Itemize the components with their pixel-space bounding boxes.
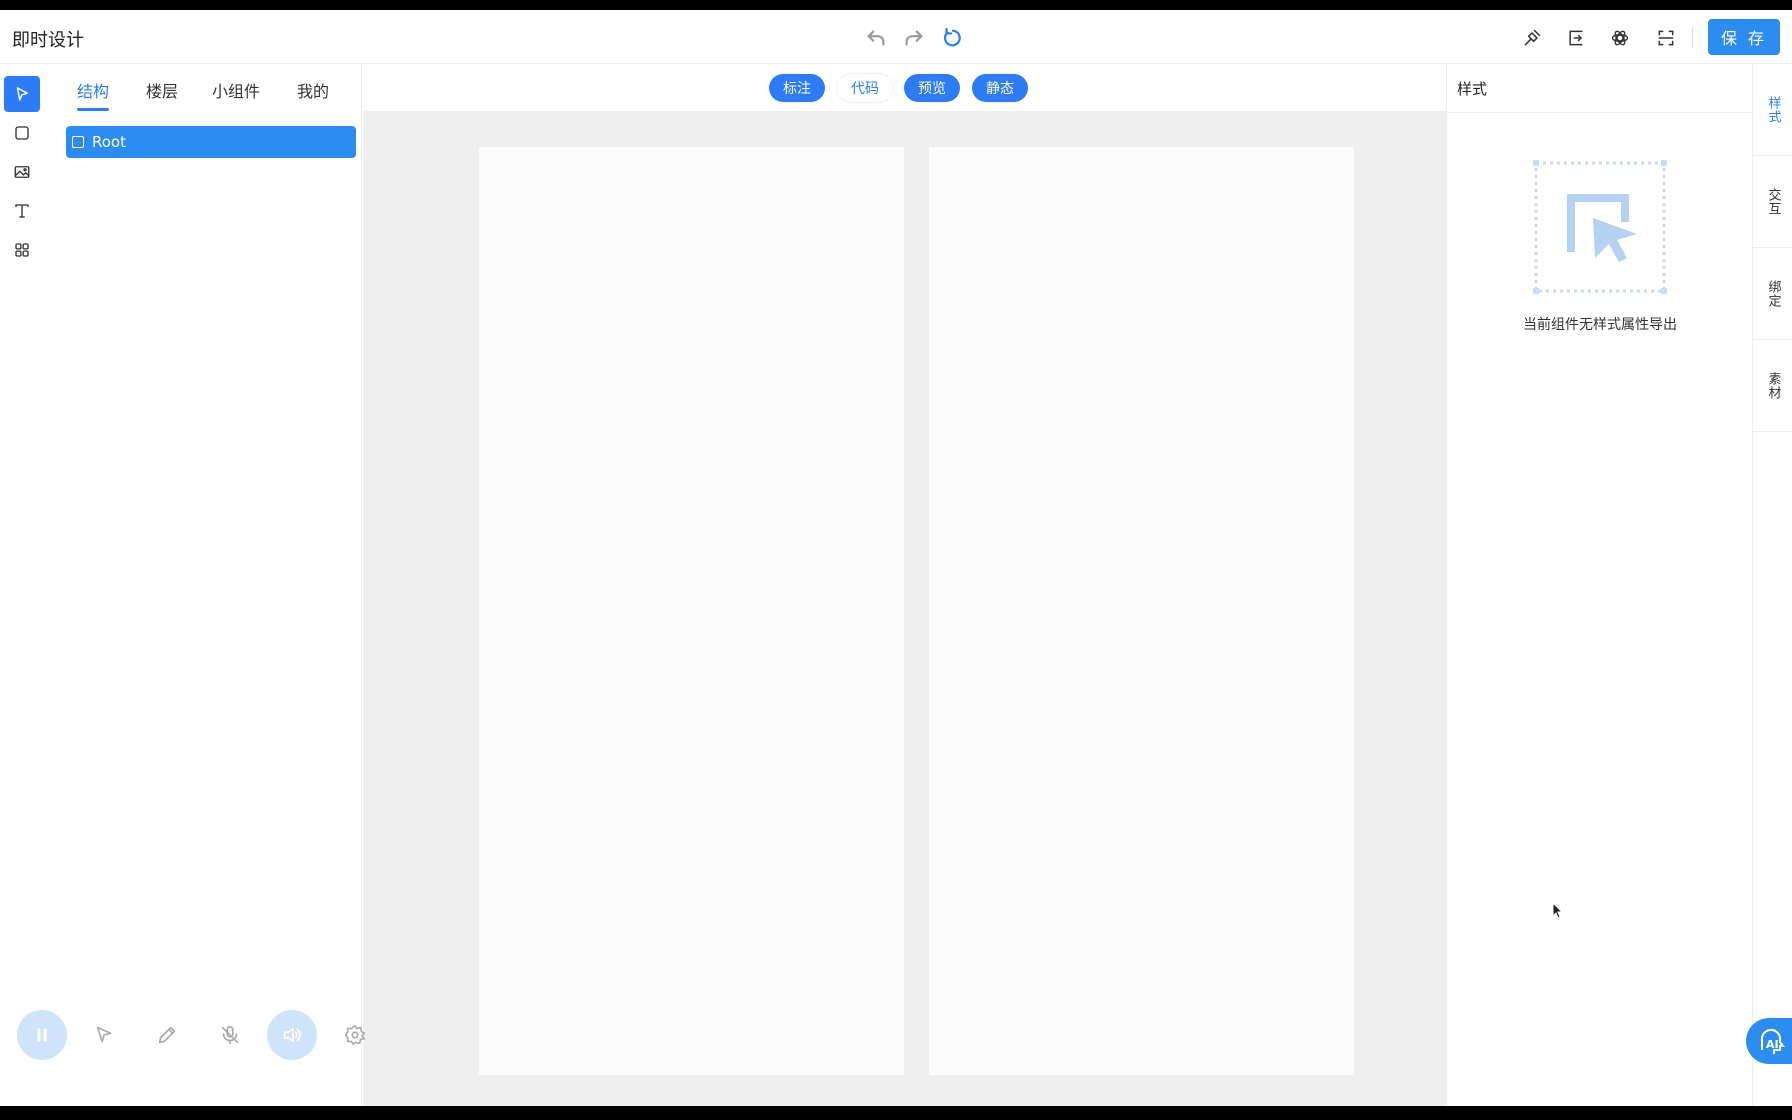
- refresh-icon[interactable]: [939, 24, 967, 52]
- image-tool-button[interactable]: [4, 154, 40, 190]
- structure-panel: 结构 楼层 小组件 我的 Root: [46, 64, 362, 1106]
- tab-floors[interactable]: 楼层: [146, 78, 178, 102]
- code-button[interactable]: 代码: [837, 74, 893, 102]
- tree-node-label: Root: [92, 133, 126, 151]
- panel-tabs: 结构 楼层 小组件 我的: [46, 64, 362, 112]
- header-divider: [1692, 28, 1693, 48]
- redo-icon[interactable]: [900, 24, 928, 52]
- tab-binding-label: 绑定: [1765, 279, 1781, 308]
- save-button[interactable]: 保 存: [1708, 19, 1780, 55]
- static-button[interactable]: 静态: [972, 74, 1028, 102]
- tab-interaction[interactable]: 交互: [1753, 156, 1792, 248]
- mouse-cursor-icon: [1552, 902, 1564, 919]
- artboard-left[interactable]: [479, 147, 904, 1075]
- inspector-tabs: 样式 交互 绑定 素材: [1752, 64, 1792, 1106]
- openai-icon[interactable]: [1606, 24, 1634, 52]
- svg-text:AI: AI: [1766, 1038, 1779, 1051]
- ai-assistant-icon: AI: [1760, 1029, 1785, 1054]
- export-icon[interactable]: [1562, 24, 1590, 52]
- tree-node-root[interactable]: Root: [66, 126, 356, 158]
- text-icon: [15, 204, 29, 218]
- canvas-toolbar: 标注 代码 预览 静态: [363, 64, 1446, 112]
- mute-mic-button[interactable]: [205, 1010, 255, 1060]
- draw-button[interactable]: [142, 1010, 192, 1060]
- speaker-button[interactable]: [267, 1010, 317, 1060]
- pen-nib-icon[interactable]: [1518, 24, 1546, 52]
- tool-rail: [0, 64, 46, 1106]
- tab-style[interactable]: 样式: [1753, 64, 1792, 156]
- preview-button[interactable]: 预览: [904, 74, 960, 102]
- frame-icon: [72, 136, 84, 148]
- divider: [1447, 112, 1753, 113]
- settings-icon: [344, 1024, 366, 1046]
- image-icon: [14, 166, 30, 178]
- settings-button[interactable]: [330, 1010, 380, 1060]
- app-title: 即时设计: [12, 30, 84, 51]
- undo-icon[interactable]: [862, 24, 890, 52]
- components-icon: [15, 243, 29, 257]
- components-tool-button[interactable]: [4, 232, 40, 268]
- rectangle-icon: [15, 126, 29, 140]
- pointer-tool-button[interactable]: [4, 76, 40, 112]
- tab-assets-label: 素材: [1765, 371, 1781, 400]
- empty-selection-icon: [1533, 160, 1667, 294]
- header: 即时设计 保 存: [0, 10, 1792, 64]
- artboard-right[interactable]: [929, 147, 1354, 1075]
- pencil-icon: [158, 1026, 176, 1044]
- speaker-icon: [283, 1027, 301, 1043]
- pause-button[interactable]: [17, 1010, 67, 1060]
- ai-assistant-button[interactable]: AI: [1746, 1018, 1792, 1064]
- active-tab-indicator: [77, 108, 109, 111]
- tab-binding[interactable]: 绑定: [1753, 248, 1792, 340]
- tab-structure[interactable]: 结构: [77, 78, 109, 102]
- scan-icon[interactable]: [1652, 24, 1680, 52]
- style-panel-title: 样式: [1457, 80, 1488, 98]
- empty-state-text: 当前组件无样式属性导出: [1523, 317, 1677, 333]
- cursor-icon: [96, 1026, 112, 1043]
- mic-off-icon: [221, 1025, 239, 1045]
- design-canvas[interactable]: [363, 112, 1446, 1106]
- tab-interaction-label: 交互: [1765, 187, 1781, 216]
- app-window: 即时设计 保 存 结构 楼层 小组件 我的 Root 标注 代码 预览 静态 样…: [0, 10, 1792, 1106]
- tab-style-label: 样式: [1765, 95, 1781, 124]
- rectangle-tool-button[interactable]: [4, 115, 40, 151]
- annotate-button[interactable]: 标注: [769, 74, 825, 102]
- pointer-icon: [16, 87, 28, 101]
- tab-widgets[interactable]: 小组件: [212, 78, 260, 102]
- tab-mine[interactable]: 我的: [297, 78, 329, 102]
- tab-assets[interactable]: 素材: [1753, 340, 1792, 432]
- pause-icon: [37, 1028, 47, 1042]
- cursor-button[interactable]: [79, 1010, 129, 1060]
- style-panel: 样式 当前组件无样式属性导出: [1446, 64, 1753, 1106]
- text-tool-button[interactable]: [4, 193, 40, 229]
